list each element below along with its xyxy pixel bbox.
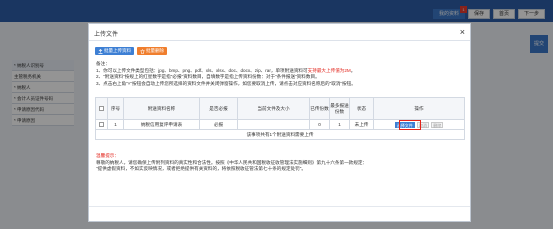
row-seq: 1 bbox=[107, 119, 124, 130]
notes-text: 1、你可以上传文件类型包括：jpg、bmp、png、pdf、xls、xlsx、d… bbox=[96, 67, 308, 73]
notes-section: 备注： 1、你可以上传文件类型包括：jpg、bmp、png、pdf、xls、xl… bbox=[96, 61, 466, 87]
row-checkbox[interactable] bbox=[99, 122, 104, 128]
select-all-checkbox[interactable] bbox=[99, 106, 104, 112]
row-uploaded: 0 bbox=[309, 119, 330, 130]
select-all-cell bbox=[95, 97, 108, 120]
summary-text: 该事项共有1个附送资料需要上传 bbox=[95, 129, 465, 140]
row-file bbox=[237, 119, 310, 130]
attachments-table: 序号 附送资料名称 是否必报 当前文件及大小 已传份数 最多报送份数 状态 操作… bbox=[95, 97, 465, 140]
highlight-box bbox=[399, 120, 421, 130]
col-header: 状态 bbox=[349, 97, 374, 120]
row-status: 未上传 bbox=[349, 119, 374, 130]
notes-highlight: 支持最大上传值为2M bbox=[307, 67, 351, 73]
batch-upload-button[interactable]: 批量上传资料 bbox=[95, 47, 134, 55]
notes-text: 。 bbox=[350, 67, 356, 73]
col-header: 操作 bbox=[373, 97, 465, 120]
upload-icon bbox=[98, 48, 103, 54]
col-header: 当前文件及大小 bbox=[237, 97, 310, 120]
col-header: 最多报送份数 bbox=[329, 97, 350, 120]
delete-button[interactable]: 删除 bbox=[431, 121, 444, 128]
batch-delete-button[interactable]: 批量删除 bbox=[137, 47, 167, 55]
col-header: 是否必报 bbox=[199, 97, 238, 120]
close-icon[interactable]: × bbox=[460, 27, 465, 37]
row-max: 1 bbox=[329, 119, 350, 130]
col-header: 已传份数 bbox=[309, 97, 330, 120]
table-row: 1 纳税信用复评申请表 必报 0 1 未上传 选择文件 取消 删除 bbox=[95, 119, 465, 130]
row-select-cell bbox=[95, 119, 108, 130]
row-actions: 选择文件 取消 删除 bbox=[373, 119, 465, 130]
warning-section: 温馨提示： 尊敬的纳税人，请您确保上传附列资料的真实性和合法性。按照《中华人民共… bbox=[96, 153, 466, 173]
col-header: 附送资料名称 bbox=[123, 97, 200, 120]
notes-line-3: 3、点击右上角"×"按钮会自动上传您所选择的资料文件并关闭弹窗操作，如您要取消上… bbox=[96, 80, 356, 86]
table-summary-row: 该事项共有1个附送资料需要上传 bbox=[95, 129, 465, 140]
trash-icon bbox=[140, 48, 145, 54]
button-label: 批量上传资料 bbox=[104, 48, 131, 53]
button-label: 批量删除 bbox=[146, 48, 164, 53]
dialog-header: 上传文件 × bbox=[89, 24, 470, 41]
row-name: 纳税信用复评申请表 bbox=[123, 119, 200, 130]
warning-line-2: "提供虚假资料，不如实反映情况，或者拒绝提供有关资料的，将依照税收征管法第七十条… bbox=[96, 166, 306, 171]
col-header: 序号 bbox=[107, 97, 124, 120]
footer-divider bbox=[89, 206, 470, 207]
upload-dialog: 上传文件 × 批量上传资料 批量删除 备注： 1、你可以上传文件类型包括：jpg… bbox=[88, 23, 471, 222]
row-required: 必报 bbox=[199, 119, 238, 130]
dialog-title: 上传文件 bbox=[94, 32, 119, 38]
action-buttons: 批量上传资料 批量删除 bbox=[95, 47, 167, 55]
table-header-row: 序号 附送资料名称 是否必报 当前文件及大小 已传份数 最多报送份数 状态 操作 bbox=[95, 97, 465, 120]
